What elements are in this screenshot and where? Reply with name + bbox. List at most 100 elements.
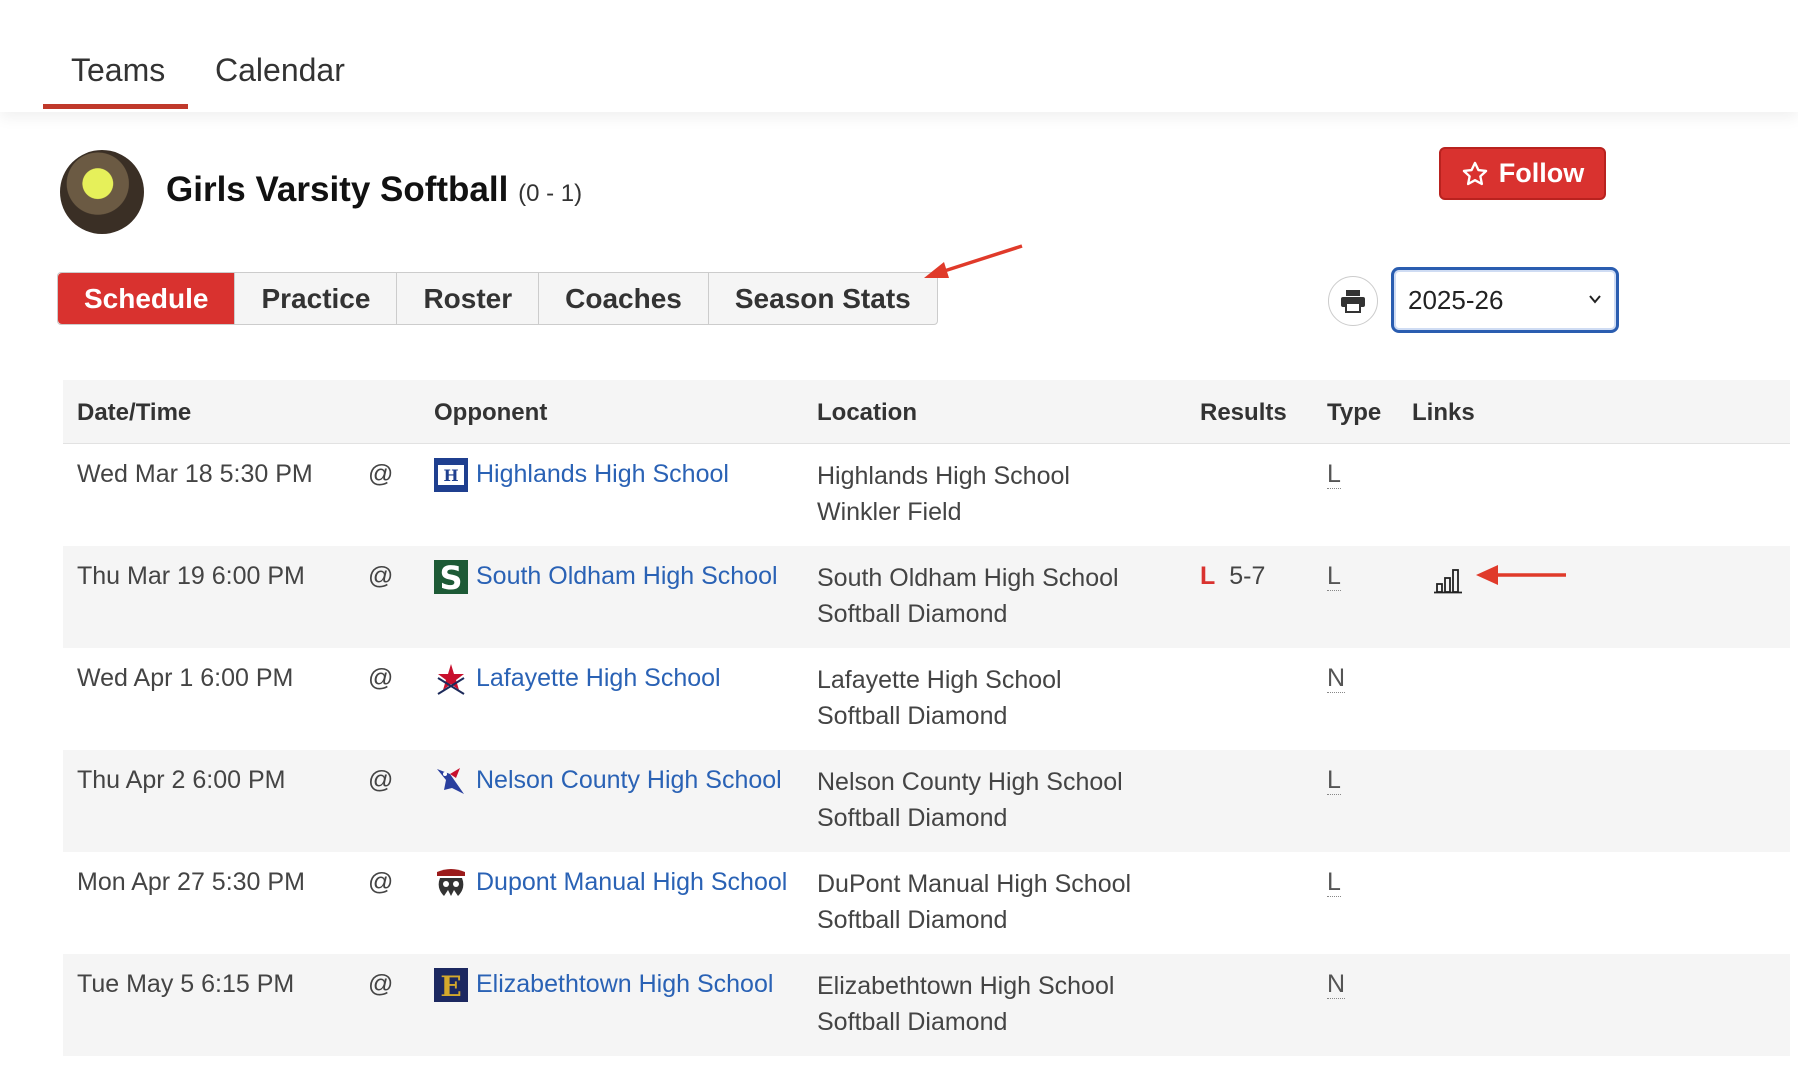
result-score: 5-7 (1229, 562, 1266, 590)
game-type: N (1327, 970, 1346, 999)
game-location: DuPont Manual High School Softball Diamo… (817, 866, 1131, 938)
game-location: Highlands High School Winkler Field (817, 458, 1070, 530)
elizabethtown-logo: E (434, 968, 468, 1002)
opponent-link[interactable]: Elizabethtown High School (476, 970, 773, 999)
season-select-value: 2025-26 (1408, 284, 1504, 315)
location-field: Softball Diamond (817, 1008, 1008, 1036)
header-opponent: Opponent (434, 399, 548, 426)
away-indicator: @ (368, 766, 394, 794)
game-stats-link[interactable] (1434, 566, 1464, 601)
team-title: Girls Varsity Softball (0 - 1) (166, 170, 582, 210)
game-type: L (1327, 562, 1341, 591)
away-indicator: @ (368, 460, 394, 488)
header-links: Links (1412, 399, 1475, 426)
away-indicator: @ (368, 562, 394, 590)
table-header: Date/Time Opponent Location Results Type… (63, 380, 1790, 444)
game-location: Lafayette High School Softball Diamond (817, 662, 1062, 734)
away-indicator: @ (368, 664, 394, 692)
lafayette-logo (434, 662, 468, 696)
south-oldham-logo: S (434, 560, 468, 594)
team-tabs: Schedule Practice Roster Coaches Season … (57, 272, 938, 325)
table-row: Thu Apr 2 6:00 PM @ Nelson County High S… (63, 750, 1790, 852)
game-datetime: Mon Apr 27 5:30 PM (77, 868, 305, 896)
location-field: Softball Diamond (817, 906, 1008, 934)
location-school: Elizabethtown High School (817, 972, 1115, 1000)
opponent-link[interactable]: Highlands High School (476, 460, 729, 489)
svg-text:E: E (440, 970, 461, 1002)
schedule-table: Date/Time Opponent Location Results Type… (63, 380, 1790, 1056)
tab-practice[interactable]: Practice (235, 273, 398, 324)
game-datetime: Thu Mar 19 6:00 PM (77, 562, 305, 590)
result-win-loss: L (1200, 562, 1216, 590)
opponent-link[interactable]: Nelson County High School (476, 766, 782, 795)
svg-text:H: H (443, 466, 458, 485)
nav-tab-calendar[interactable]: Calendar (215, 52, 345, 89)
annotation-arrow-stats (1476, 565, 1566, 585)
nav-tab-teams[interactable]: Teams (71, 52, 165, 89)
game-type-value: L (1327, 460, 1341, 489)
star-icon (1462, 161, 1487, 185)
location-school: Lafayette High School (817, 666, 1062, 694)
game-type-value: L (1327, 766, 1341, 795)
season-select[interactable]: 2025-26 (1391, 267, 1619, 333)
game-datetime: Wed Mar 18 5:30 PM (77, 460, 313, 488)
follow-button[interactable]: Follow (1439, 147, 1606, 200)
location-field: Softball Diamond (817, 804, 1008, 832)
bar-chart-icon (1434, 569, 1462, 594)
dupont-manual-logo (434, 866, 468, 900)
game-type-value: L (1327, 868, 1341, 897)
header-date: Date/Time (77, 399, 192, 426)
team-logo (60, 150, 144, 234)
game-type: L (1327, 766, 1341, 795)
tab-coaches[interactable]: Coaches (539, 273, 709, 324)
game-type: L (1327, 868, 1341, 897)
annotation-arrow-tabs (924, 244, 1023, 278)
team-name: Girls Varsity Softball (166, 170, 509, 209)
away-indicator: @ (368, 868, 394, 896)
location-school: DuPont Manual High School (817, 870, 1132, 898)
game-location: Elizabethtown High School Softball Diamo… (817, 968, 1114, 1040)
tab-schedule[interactable]: Schedule (58, 273, 236, 324)
tab-roster[interactable]: Roster (397, 273, 540, 324)
game-location: Nelson County High School Softball Diamo… (817, 764, 1123, 836)
game-type: L (1327, 460, 1341, 489)
header-results: Results (1200, 399, 1287, 426)
top-nav: Teams Calendar (0, 0, 1798, 112)
game-type-value: N (1327, 664, 1346, 693)
location-school: Highlands High School (817, 462, 1070, 490)
table-row: Mon Apr 27 5:30 PM @ Dupont Manual High … (63, 852, 1790, 954)
svg-text:S: S (439, 560, 462, 594)
opponent-link[interactable]: Dupont Manual High School (476, 868, 787, 897)
away-indicator: @ (368, 970, 394, 998)
header-location: Location (817, 399, 917, 426)
game-type-value: N (1327, 970, 1346, 999)
location-school: Nelson County High School (817, 768, 1123, 796)
location-field: Softball Diamond (817, 702, 1008, 730)
nelson-county-logo (434, 764, 468, 798)
table-row: Wed Mar 18 5:30 PM @ H Highlands High Sc… (63, 444, 1790, 546)
follow-label: Follow (1498, 158, 1585, 188)
game-type: N (1327, 664, 1346, 693)
chevron-down-icon (1589, 295, 1601, 304)
game-location: South Oldham High School Softball Diamon… (817, 560, 1119, 632)
printer-icon (1341, 290, 1365, 313)
table-row: Tue May 5 6:15 PM @ E Elizabethtown High… (63, 954, 1790, 1056)
game-datetime: Wed Apr 1 6:00 PM (77, 664, 294, 692)
game-result: L 5-7 (1200, 562, 1265, 591)
opponent-link[interactable]: South Oldham High School (476, 562, 778, 591)
table-row: Thu Mar 19 6:00 PM @ S South Oldham High… (63, 546, 1790, 648)
team-record: (0 - 1) (518, 180, 583, 207)
header-type: Type (1327, 399, 1382, 426)
print-button[interactable] (1328, 276, 1378, 326)
opponent-link[interactable]: Lafayette High School (476, 664, 721, 693)
table-row: Wed Apr 1 6:00 PM @ Lafayette High Schoo… (63, 648, 1790, 750)
tab-season-stats[interactable]: Season Stats (709, 273, 937, 324)
game-type-value: L (1327, 562, 1341, 591)
location-field: Winkler Field (817, 498, 962, 526)
location-school: South Oldham High School (817, 564, 1119, 592)
game-datetime: Thu Apr 2 6:00 PM (77, 766, 286, 794)
active-tab-underline (43, 104, 188, 109)
highlands-logo: H (434, 458, 468, 492)
game-datetime: Tue May 5 6:15 PM (77, 970, 295, 998)
location-field: Softball Diamond (817, 600, 1008, 628)
